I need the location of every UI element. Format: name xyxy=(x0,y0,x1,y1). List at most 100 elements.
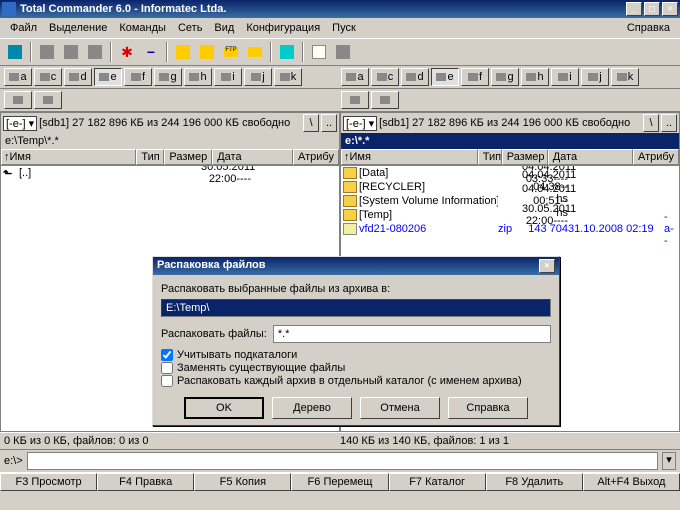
drive-i-left[interactable]: i xyxy=(214,68,242,86)
drive-d-left[interactable]: d xyxy=(64,68,92,86)
drive-g-right[interactable]: g xyxy=(491,68,519,86)
file-row[interactable]: [Temp]30.05.2011 22:00---- xyxy=(341,208,679,222)
cmd-history-button[interactable]: ▾ xyxy=(662,452,676,470)
b-special-right[interactable] xyxy=(371,91,399,109)
file-row[interactable]: [Data]04.04.2011 03:33---- xyxy=(341,166,679,180)
drive-bar: acdefghijkacdefghijk xyxy=(0,66,680,89)
status-left: 0 КБ из 0 КБ, файлов: 0 из 0 xyxy=(4,435,340,447)
drive-h-left[interactable]: h xyxy=(184,68,212,86)
tb-btn-3[interactable] xyxy=(60,41,82,63)
drive-c-left[interactable]: c xyxy=(34,68,62,86)
drive-select-left[interactable]: [-e-] ▾ xyxy=(3,116,37,131)
menu-config[interactable]: Конфигурация xyxy=(240,20,326,36)
unpack-dialog: Распаковка файлов × Распаковать выбранны… xyxy=(152,256,560,426)
menu-commands[interactable]: Команды xyxy=(113,20,172,36)
menu-help[interactable]: Справка xyxy=(621,20,676,36)
drive-g-left[interactable]: g xyxy=(154,68,182,86)
mask-label: Распаковать файлы: xyxy=(161,328,267,340)
path-bar-right[interactable]: e:\*.* xyxy=(341,133,679,149)
title-bar: Total Commander 6.0 - Informatec Ltda. _… xyxy=(0,0,680,18)
path-bar-left[interactable]: e:\Temp\*.* xyxy=(1,133,339,149)
fkey-3[interactable]: F3 Просмотр xyxy=(0,473,97,491)
fkey-8[interactable]: F8 Удалить xyxy=(486,473,583,491)
tb-btn-2[interactable] xyxy=(36,41,58,63)
b-special-left[interactable] xyxy=(34,91,62,109)
drive-j-right[interactable]: j xyxy=(581,68,609,86)
cmd-prompt: e:\> xyxy=(4,455,23,467)
file-row[interactable]: [RECYCLER]04.04.2011 04:38--hs xyxy=(341,180,679,194)
search-icon[interactable] xyxy=(276,41,298,63)
dest-input[interactable] xyxy=(161,299,551,317)
minus-icon[interactable]: − xyxy=(140,41,162,63)
drive-k-right[interactable]: k xyxy=(611,68,639,86)
mask-input[interactable] xyxy=(273,325,551,343)
tb-btn-4[interactable] xyxy=(84,41,106,63)
ok-button[interactable]: OK xyxy=(184,397,264,419)
overwrite-checkbox[interactable]: Заменять существующие файлы xyxy=(161,362,551,374)
menu-file[interactable]: Файл xyxy=(4,20,43,36)
cmd-input[interactable] xyxy=(27,452,658,470)
command-line: e:\> ▾ xyxy=(0,449,680,472)
app-icon xyxy=(2,2,16,16)
file-row[interactable]: [System Volume Information]04.04.2011 00… xyxy=(341,194,679,208)
drive-a-left[interactable]: a xyxy=(4,68,32,86)
menu-bar: Файл Выделение Команды Сеть Вид Конфигур… xyxy=(0,18,680,38)
column-header-left[interactable]: ↑ИмяТипРазмерДатаАтрибу xyxy=(1,149,339,166)
window-title: Total Commander 6.0 - Informatec Ltda. xyxy=(20,3,624,15)
drive-f-right[interactable]: f xyxy=(461,68,489,86)
drive-j-left[interactable]: j xyxy=(244,68,272,86)
drive-e-right[interactable]: e xyxy=(431,68,459,86)
fkey-9[interactable]: Alt+F4 Выход xyxy=(583,473,680,491)
close-button[interactable]: × xyxy=(662,2,678,16)
tree-button[interactable]: Дерево xyxy=(272,397,352,419)
file-row[interactable]: vfd21-080206zip143 70431.10.2008 02:19-a… xyxy=(341,222,679,236)
drive-e-left[interactable]: e xyxy=(94,68,122,86)
subdirs-checkbox[interactable]: Учитывать подкаталоги xyxy=(161,349,551,361)
fkey-5[interactable]: F5 Копия xyxy=(194,473,291,491)
status-bar: 0 КБ из 0 КБ, файлов: 0 из 0 140 КБ из 1… xyxy=(0,432,680,449)
menu-start[interactable]: Пуск xyxy=(326,20,362,36)
function-key-bar: F3 ПросмотрF4 ПравкаF5 КопияF6 ПеремещF7… xyxy=(0,472,680,491)
drive-c-right[interactable]: c xyxy=(371,68,399,86)
root-button-right[interactable]: \ xyxy=(643,114,659,132)
fkey-7[interactable]: F7 Каталог xyxy=(389,473,486,491)
drive-k-left[interactable]: k xyxy=(274,68,302,86)
ftp-icon[interactable]: FTP xyxy=(220,41,242,63)
a-special-left[interactable] xyxy=(4,91,32,109)
separate-checkbox[interactable]: Распаковать каждый архив в отдельный кат… xyxy=(161,375,551,387)
drive-select-right[interactable]: [-e-] ▾ xyxy=(343,116,377,131)
a-special-right[interactable] xyxy=(341,91,369,109)
fkey-4[interactable]: F4 Правка xyxy=(97,473,194,491)
toolbar: ✱ − FTP xyxy=(0,38,680,66)
status-right: 140 КБ из 140 КБ, файлов: 1 из 1 xyxy=(340,435,676,447)
maximize-button[interactable]: □ xyxy=(644,2,660,16)
fkey-6[interactable]: F6 Перемещ xyxy=(291,473,388,491)
dialog-close-button[interactable]: × xyxy=(539,259,555,273)
drive-i-right[interactable]: i xyxy=(551,68,579,86)
root-button-left[interactable]: \ xyxy=(303,114,319,132)
pack-icon[interactable] xyxy=(172,41,194,63)
menu-net[interactable]: Сеть xyxy=(172,20,208,36)
file-row[interactable]: ⬑[..]30.05.2011 22:00---- xyxy=(1,166,339,180)
help-button[interactable]: Справка xyxy=(448,397,528,419)
menu-view[interactable]: Вид xyxy=(208,20,240,36)
drive-d-right[interactable]: d xyxy=(401,68,429,86)
refresh-icon[interactable] xyxy=(4,41,26,63)
notepad-icon[interactable] xyxy=(308,41,330,63)
drive-f-left[interactable]: f xyxy=(124,68,152,86)
unpack-icon[interactable] xyxy=(196,41,218,63)
control-panel-icon[interactable] xyxy=(332,41,354,63)
dialog-title: Распаковка файлов xyxy=(157,259,537,273)
parent-button-left[interactable]: .. xyxy=(321,114,337,132)
minimize-button[interactable]: _ xyxy=(626,2,642,16)
column-header-right[interactable]: ↑ИмяТипРазмерДатаАтрибу xyxy=(341,149,679,166)
cancel-button[interactable]: Отмена xyxy=(360,397,440,419)
star-icon[interactable]: ✱ xyxy=(116,41,138,63)
parent-button-right[interactable]: .. xyxy=(661,114,677,132)
menu-selection[interactable]: Выделение xyxy=(43,20,113,36)
ftp2-icon[interactable] xyxy=(244,41,266,63)
drive-a-right[interactable]: a xyxy=(341,68,369,86)
dialog-title-bar[interactable]: Распаковка файлов × xyxy=(153,257,559,275)
drive-h-right[interactable]: h xyxy=(521,68,549,86)
disk-info-left: [sdb1] 27 182 896 КБ из 244 196 000 КБ с… xyxy=(39,117,301,129)
